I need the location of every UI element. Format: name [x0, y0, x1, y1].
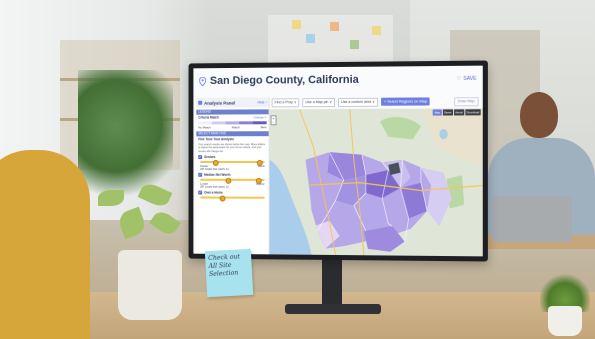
map-view[interactable]: Map Street Aerial Download + −	[269, 108, 483, 257]
wall-note	[292, 20, 301, 29]
ramp-swatch	[225, 121, 240, 125]
toolbar: Find a Prop ∨ Use a Map pin ∨ Use a cust…	[271, 96, 479, 107]
zoom-out-button[interactable]: −	[272, 120, 276, 124]
ramp-label-high: Best	[260, 125, 267, 130]
map-tab-download[interactable]: Download	[465, 109, 481, 116]
change-legend-dropdown[interactable]: Change ∨	[253, 115, 266, 119]
coworker-head	[520, 92, 558, 138]
map-tab-map[interactable]: Map	[433, 109, 442, 116]
ramp-swatch	[211, 121, 226, 125]
monitor-base	[285, 304, 381, 314]
match-count: ZIP Codes that match: 12	[200, 168, 229, 172]
ramp-swatch	[239, 121, 253, 125]
office-scene: San Diego County, California ♡ SAVE Find…	[0, 0, 595, 339]
map-canvas[interactable]	[269, 108, 483, 257]
criterion-net-worth: ✓ Median Net Worth Lower Higher ZIP Code…	[196, 172, 268, 190]
net-worth-slider[interactable]	[200, 178, 265, 185]
panel-icon	[198, 100, 203, 105]
legend-ramp-labels: No Match Match Best	[198, 125, 266, 129]
heart-icon: ♡	[456, 75, 462, 83]
wall-note	[350, 40, 359, 49]
intro-text: Your search results are shown below the …	[198, 143, 266, 153]
net-worth-checkbox[interactable]: ✓	[198, 173, 203, 178]
monitor: San Diego County, California ♡ SAVE Find…	[188, 60, 488, 262]
sticky-note: Check out All Site Selection	[204, 248, 254, 298]
small-plant-pot	[548, 306, 582, 336]
criterion-label: Median Net Worth	[204, 173, 231, 178]
own-home-checkbox[interactable]: ✓	[198, 190, 203, 195]
custom-area-dropdown[interactable]: Use a custom area ∨	[338, 97, 378, 107]
ramp-swatch	[198, 121, 212, 125]
app-header: San Diego County, California ♡ SAVE	[193, 66, 482, 94]
laptop	[492, 196, 572, 242]
criterion-label: Seniors	[204, 155, 216, 160]
draw-map-button[interactable]: Draw Map	[453, 96, 479, 106]
match-count: ZIP Codes that match: 11	[200, 185, 229, 189]
save-label: SAVE	[463, 75, 477, 83]
screen: San Diego County, California ♡ SAVE Find…	[193, 65, 483, 257]
own-home-slider[interactable]	[200, 195, 265, 202]
wall-note	[306, 34, 315, 43]
seniors-slider[interactable]	[200, 160, 265, 167]
analysis-panel: Analysis Panel Hide ‹ LEGEND Criteria Ma…	[196, 97, 270, 255]
find-prop-dropdown[interactable]: Find a Prop ∨	[271, 97, 300, 107]
zoom-controls: + −	[270, 115, 277, 126]
page-title: San Diego County, California	[209, 73, 359, 87]
slider-knob-low[interactable]	[219, 195, 226, 202]
location-pin-icon	[199, 77, 206, 86]
criteria-match-label: Criteria Match	[198, 115, 219, 120]
map-tab-street[interactable]: Street	[442, 109, 453, 116]
criterion-own-home: ✓ Own a Home	[196, 190, 268, 202]
legend-criteria-row: Criteria Match Change ∨	[196, 114, 268, 120]
slider-knob-high[interactable]	[255, 178, 262, 185]
map-pin-dropdown[interactable]: Use a Map pin ∨	[302, 97, 336, 107]
wall-note	[330, 22, 339, 31]
criterion-label: Own a Home	[204, 190, 223, 195]
lake	[439, 128, 448, 140]
panel-header: Analysis Panel Hide ‹	[196, 97, 269, 108]
plant-leaf	[98, 190, 124, 206]
criterion-seniors: ✓ Seniors Fewer More ZIP Codes that matc…	[196, 154, 268, 172]
plant-pot	[118, 250, 182, 320]
map-type-tabs: Map Street Aerial Download	[433, 109, 481, 116]
ramp-label-mid: Match	[231, 125, 240, 130]
ramp-label-low: No Match	[198, 125, 211, 130]
wall-note	[372, 26, 381, 35]
map-tab-aerial[interactable]: Aerial	[453, 109, 465, 116]
legend-color-ramp	[198, 121, 267, 125]
panel-title: Analysis Panel	[204, 100, 236, 106]
hide-panel-link[interactable]: Hide ‹	[257, 100, 266, 104]
save-button[interactable]: ♡ SAVE	[457, 76, 477, 82]
select-regions-button[interactable]: + Select Regions on Map	[380, 97, 431, 106]
yellow-chair	[0, 150, 90, 339]
monitor-stand	[322, 256, 342, 306]
seniors-checkbox[interactable]: ✓	[198, 155, 203, 160]
ramp-swatch	[252, 121, 267, 125]
